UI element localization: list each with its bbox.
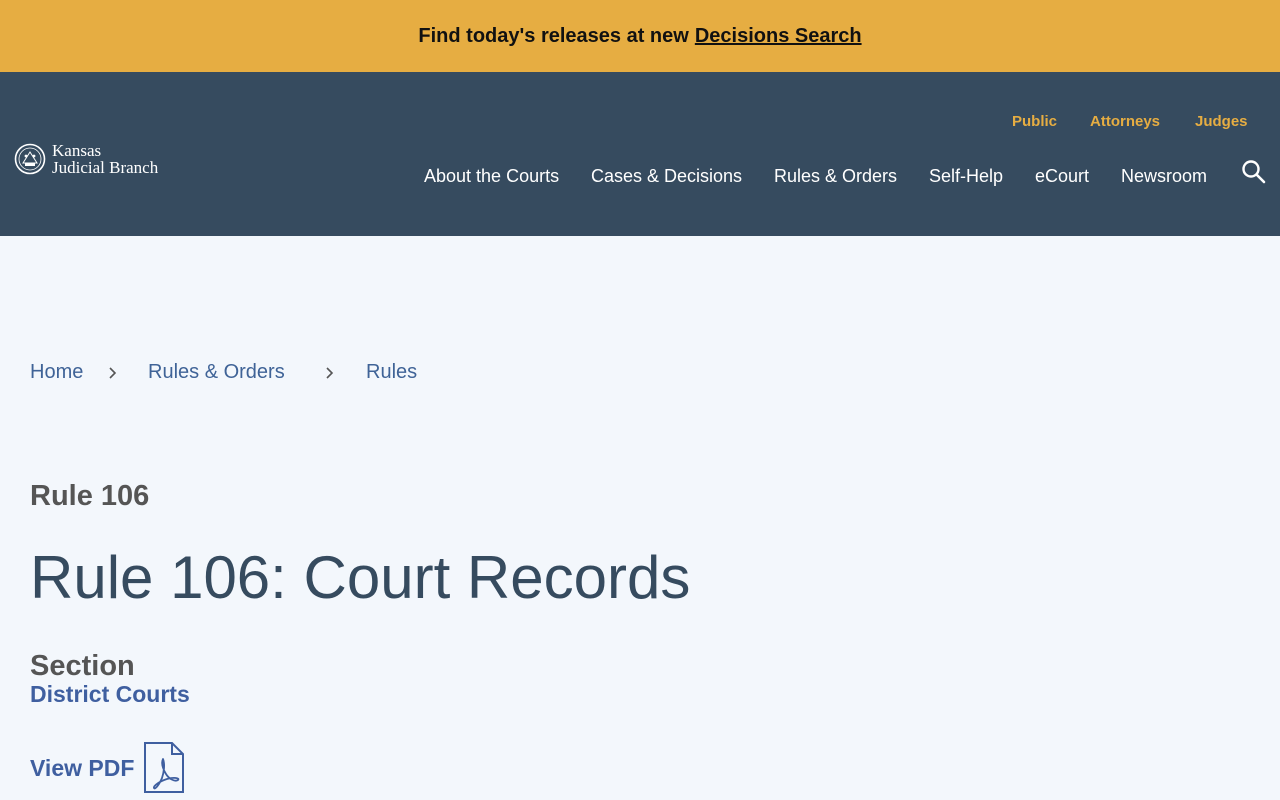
- page-title: Rule 106: Court Records: [30, 544, 691, 611]
- decisions-search-link[interactable]: Decisions Search: [695, 25, 862, 48]
- site-header: Kansas Judicial Branch Public Attorneys …: [0, 72, 1280, 236]
- kansas-seal-icon: [14, 143, 46, 175]
- nav-rules-orders[interactable]: Rules & Orders: [774, 166, 897, 187]
- search-icon[interactable]: [1241, 159, 1267, 185]
- nav-cases-decisions[interactable]: Cases & Decisions: [591, 166, 742, 187]
- nav-about-the-courts[interactable]: About the Courts: [424, 166, 559, 187]
- rule-number: Rule 106: [30, 480, 150, 512]
- pdf-icon: [144, 742, 185, 793]
- breadcrumb-home[interactable]: Home: [30, 361, 83, 384]
- breadcrumb-rules-orders[interactable]: Rules & Orders: [148, 361, 285, 384]
- nav-self-help[interactable]: Self-Help: [929, 166, 1003, 187]
- view-pdf-link[interactable]: View PDF: [30, 741, 186, 795]
- view-pdf-label: View PDF: [30, 754, 135, 781]
- section-label: Section: [30, 650, 135, 682]
- audience-link-public[interactable]: Public: [1012, 113, 1057, 130]
- nav-ecourt[interactable]: eCourt: [1035, 166, 1089, 187]
- alert-text: Find today's releases at new: [418, 24, 689, 47]
- chevron-right-icon: [109, 367, 117, 379]
- logo-line-1: Kansas: [52, 141, 102, 160]
- breadcrumb-rules[interactable]: Rules: [366, 361, 417, 384]
- site-logo[interactable]: Kansas Judicial Branch: [14, 142, 158, 176]
- audience-link-judges[interactable]: Judges: [1195, 113, 1248, 130]
- section-district-courts-link[interactable]: District Courts: [30, 681, 190, 708]
- logo-text: Kansas Judicial Branch: [52, 142, 158, 176]
- alert-banner: Find today's releases at new Decisions S…: [0, 0, 1280, 72]
- chevron-right-icon: [326, 367, 334, 379]
- logo-line-2: Judicial Branch: [52, 158, 159, 177]
- nav-newsroom[interactable]: Newsroom: [1121, 166, 1207, 187]
- audience-link-attorneys[interactable]: Attorneys: [1090, 113, 1160, 130]
